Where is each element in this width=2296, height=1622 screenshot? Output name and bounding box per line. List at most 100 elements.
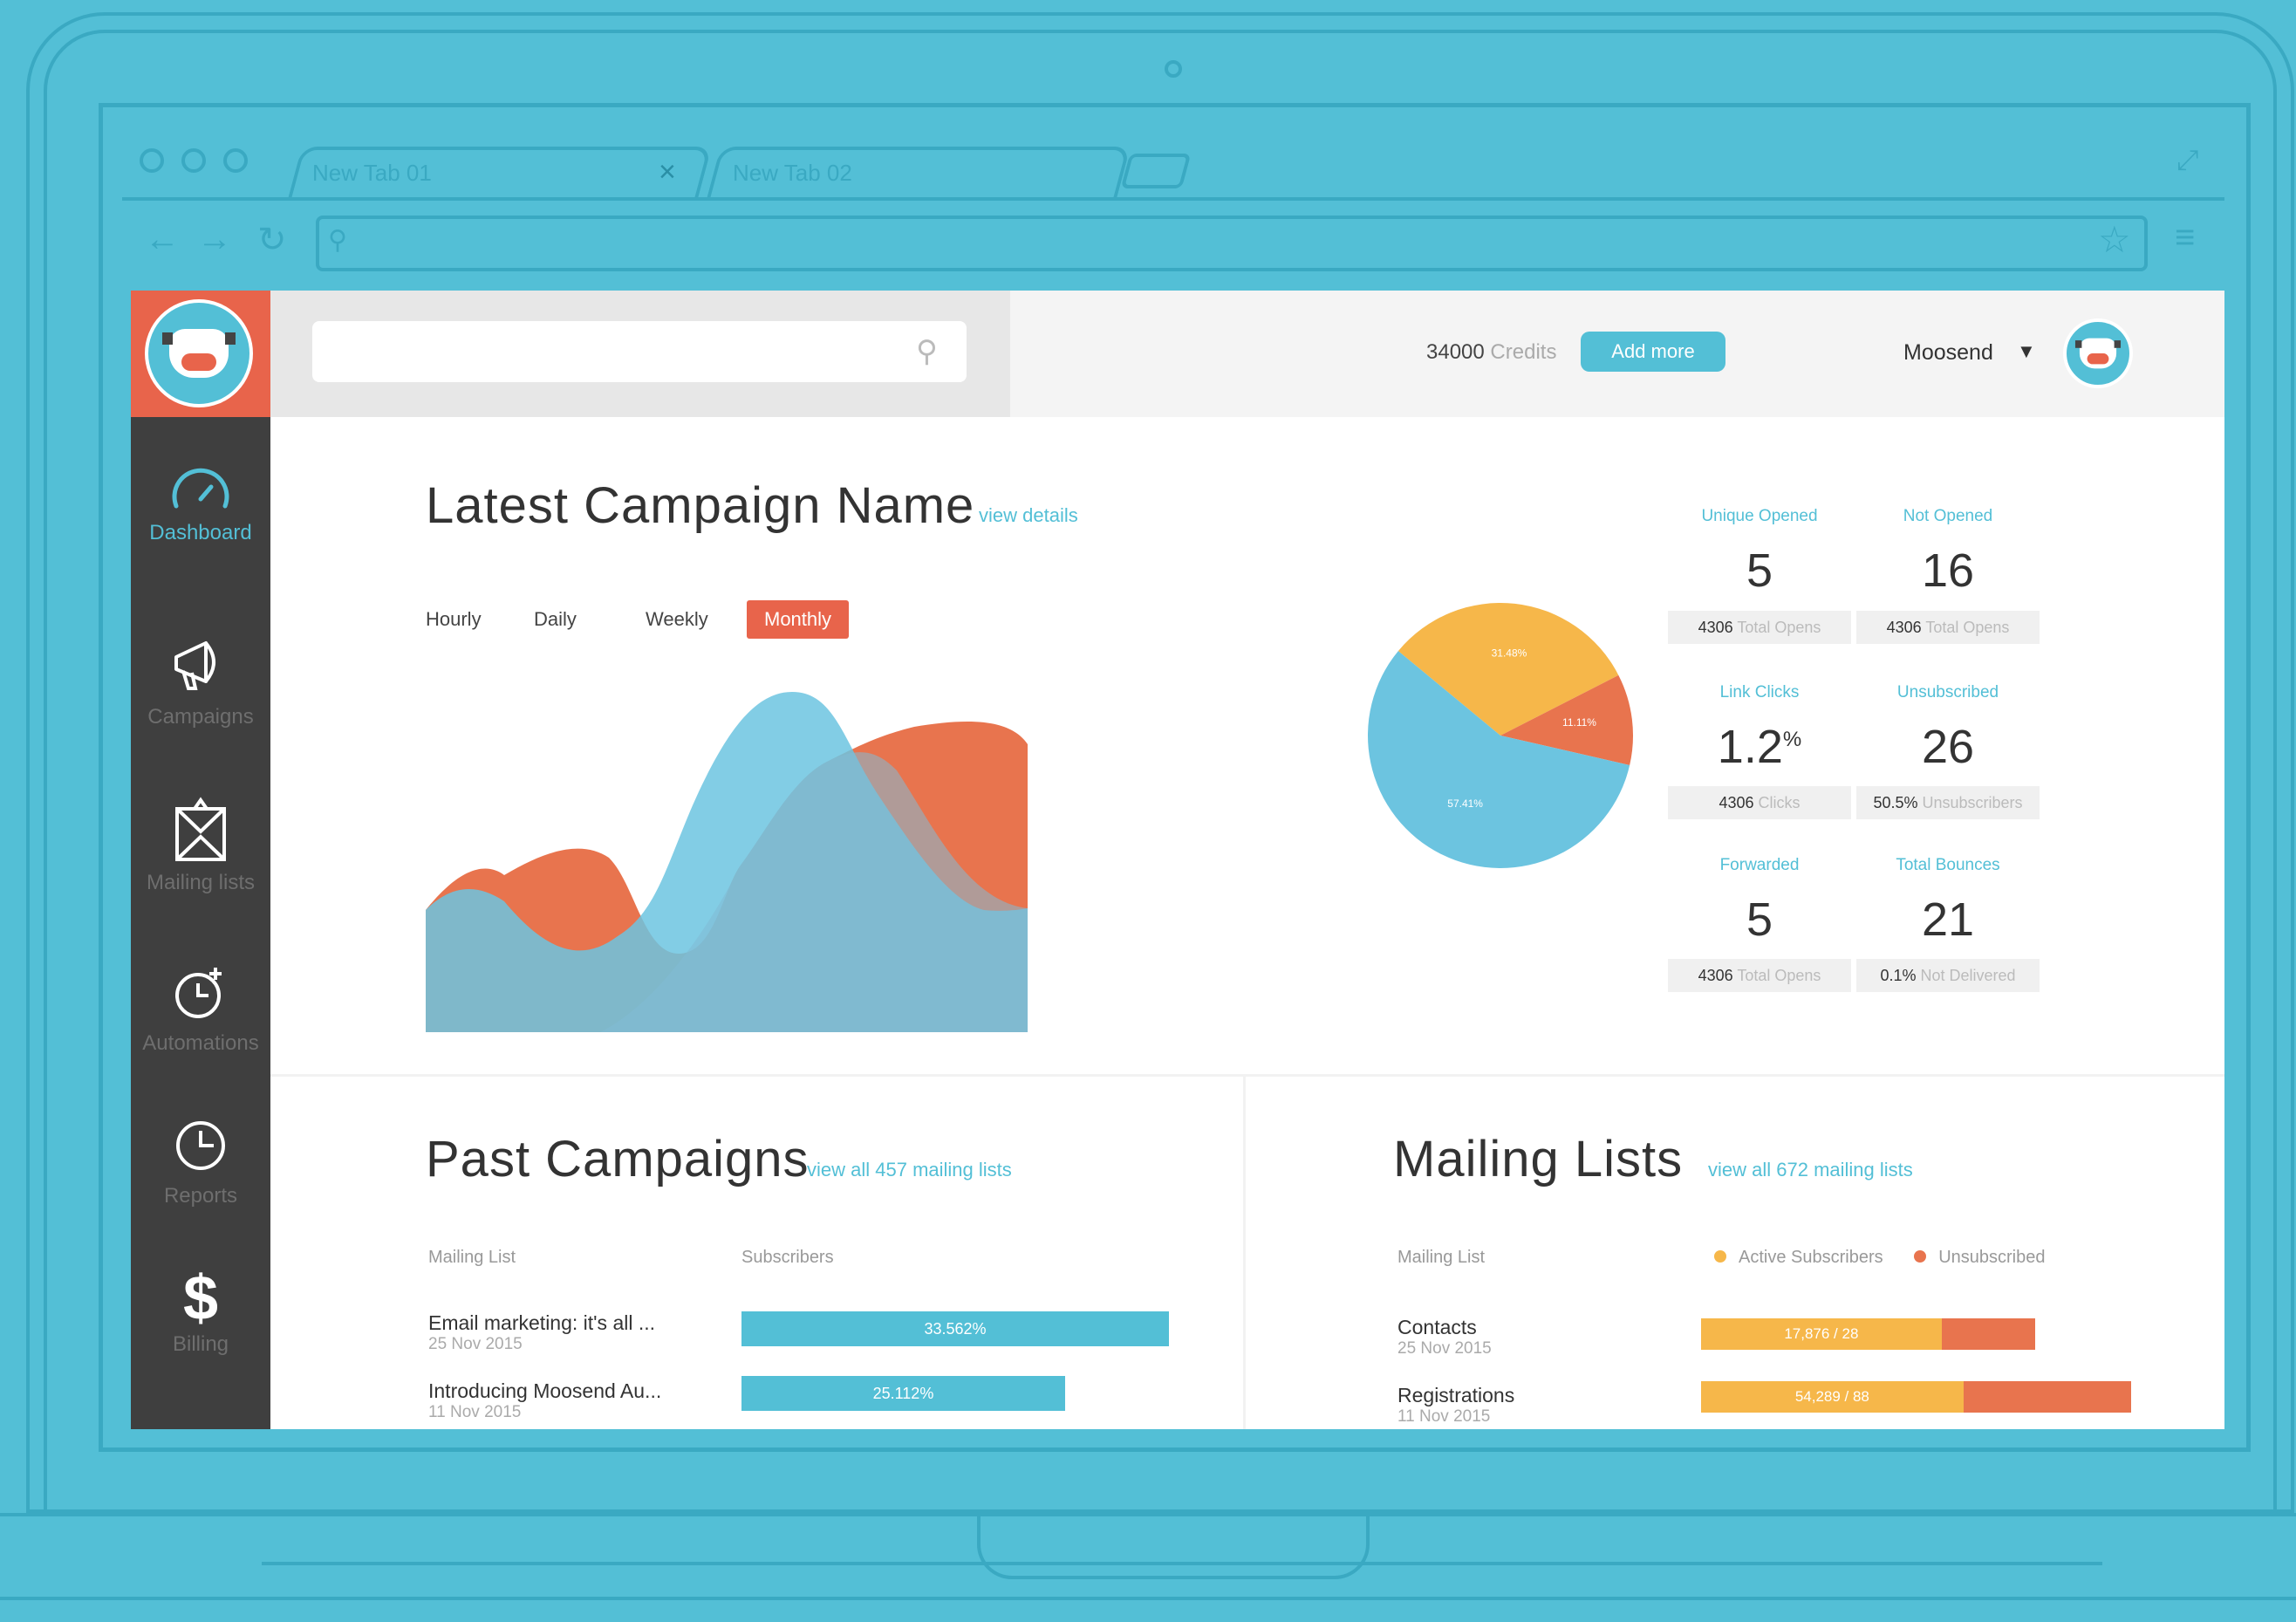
sidebar-item-reports[interactable]: Reports <box>131 1115 270 1208</box>
subscriber-split-bar: 54,289 / 88 <box>1701 1381 2131 1413</box>
envelope-icon <box>175 797 226 861</box>
stat-value: 16 <box>1856 544 2040 598</box>
sidebar-item-label: Reports <box>163 1184 238 1208</box>
section-divider <box>270 1074 2224 1077</box>
mailing-lists-title: Mailing Lists <box>1393 1131 1684 1187</box>
clock-plus-icon <box>175 968 222 1018</box>
chevron-down-icon[interactable]: ▼ <box>2017 340 2036 363</box>
stat-value: 1.2% <box>1668 720 1851 774</box>
new-tab-button[interactable] <box>1120 154 1192 188</box>
stat-footer-number: 4306 <box>1719 794 1754 811</box>
stat-footer-number: 4306 <box>1886 619 1922 636</box>
maximize-window-button[interactable] <box>223 148 248 173</box>
column-header-mailing-list: Mailing List <box>1397 1248 1486 1267</box>
forward-arrow-icon[interactable]: → <box>197 220 232 259</box>
address-bar[interactable] <box>316 216 2148 271</box>
browser-menu-icon[interactable]: ≡ <box>2175 218 2195 257</box>
logo[interactable] <box>131 291 270 417</box>
close-tab-icon[interactable]: × <box>659 155 676 189</box>
tab-weekly[interactable]: Weekly <box>646 600 708 639</box>
sidebar-item-billing[interactable]: $ Billing <box>131 1267 270 1357</box>
unsubscribed-bar <box>1941 1318 2035 1350</box>
stat-footer-label: Clicks <box>1758 794 1801 811</box>
bookmark-star-icon[interactable]: ☆ <box>2098 218 2131 261</box>
pie-slice-label: 31.48% <box>1492 647 1527 659</box>
sidebar-item-label: Dashboard <box>149 521 252 544</box>
subscribers-bar: 25.112% <box>741 1376 1065 1411</box>
list-item[interactable]: Contacts 25 Nov 2015 <box>1397 1316 1492 1359</box>
stat-footer: 4306 Total Opens <box>1856 611 2040 644</box>
campaign-date: 25 Nov 2015 <box>428 1335 523 1353</box>
legend: Active Subscribers Unsubscribed <box>1714 1248 2045 1268</box>
stat-number: 5 <box>1746 544 1773 597</box>
sidebar-item-label: Campaigns <box>147 705 254 729</box>
sidebar-item-campaigns[interactable]: Campaigns <box>131 631 270 729</box>
search-icon: ⚲ <box>328 226 347 255</box>
stat-footer: 4306 Total Opens <box>1668 959 1851 992</box>
legend-dot-unsubscribed <box>1914 1250 1927 1263</box>
list-item[interactable]: Registrations 11 Nov 2015 <box>1397 1384 1514 1427</box>
active-subscribers-bar: 17,876 / 28 <box>1701 1318 1942 1350</box>
stat-footer: 4306 Clicks <box>1668 786 1851 819</box>
stat-label: Link Clicks <box>1719 683 1800 701</box>
sidebar-item-label: Billing <box>172 1332 229 1356</box>
minimize-window-button[interactable] <box>181 148 206 173</box>
stat-footer: 50.5% Unsubscribers <box>1856 786 2040 819</box>
list-date: 25 Nov 2015 <box>1397 1339 1492 1358</box>
close-window-button[interactable] <box>140 148 164 173</box>
tab-label: New Tab 02 <box>733 160 852 186</box>
sidebar-item-automations[interactable]: Automations <box>131 962 270 1056</box>
add-more-button[interactable]: Add more <box>1581 332 1725 372</box>
view-all-mailing-lists-link[interactable]: view all 672 mailing lists <box>1708 1159 1913 1181</box>
campaign-title: Latest Campaign Name <box>426 477 975 534</box>
view-all-mailing-lists-link[interactable]: view all 457 mailing lists <box>807 1159 1012 1181</box>
stat-footer-number: 4306 <box>1698 619 1733 636</box>
fullscreen-icon[interactable]: ⤢ <box>2176 144 2199 177</box>
unsubscribed-bar <box>1963 1381 2131 1413</box>
legend-active-label: Active Subscribers <box>1739 1248 1883 1267</box>
laptop-notch <box>977 1513 1370 1579</box>
back-arrow-icon[interactable]: ← <box>145 220 180 259</box>
list-name: Registrations <box>1397 1384 1515 1406</box>
past-campaigns-title: Past Campaigns <box>426 1131 810 1187</box>
search-input[interactable] <box>312 321 967 382</box>
reload-icon[interactable]: ↻ <box>257 220 287 260</box>
column-divider <box>1243 1076 1246 1429</box>
column-header-subscribers: Subscribers <box>741 1248 834 1267</box>
credits-display: 34000 Credits <box>1426 340 1556 365</box>
campaign-name: Email marketing: it's all ... <box>428 1311 656 1334</box>
logo-circle <box>145 299 253 407</box>
megaphone-icon <box>174 641 215 690</box>
stat-footer-number: 50.5% <box>1873 794 1918 811</box>
tab-monthly[interactable]: Monthly <box>747 600 850 639</box>
table-row[interactable]: Email marketing: it's all ... 25 Nov 201… <box>428 1311 655 1354</box>
subscribers-bar: 33.562% <box>741 1311 1169 1346</box>
stat-number: 26 <box>1921 721 1975 773</box>
tab-daily[interactable]: Daily <box>534 600 577 639</box>
stat-footer-number: 0.1% <box>1880 967 1917 984</box>
stat-unit: % <box>1782 728 1802 751</box>
webcam-icon <box>1165 60 1182 78</box>
search-icon[interactable]: ⚲ <box>916 334 938 369</box>
sidebar-item-label: Automations <box>142 1031 259 1055</box>
table-row[interactable]: Introducing Moosend Au... 11 Nov 2015 <box>428 1379 661 1422</box>
stat-number: 16 <box>1921 544 1975 597</box>
stat-footer: 4306 Total Opens <box>1668 611 1851 644</box>
view-details-link[interactable]: view details <box>979 504 1078 527</box>
avatar[interactable] <box>2063 318 2133 388</box>
sidebar-item-label: Mailing lists <box>146 871 256 894</box>
pie-chart: 31.48% 11.11% 57.41% <box>1368 603 1633 868</box>
user-menu[interactable]: Moosend <box>1903 340 1993 366</box>
tab-hourly[interactable]: Hourly <box>426 600 482 639</box>
window-controls <box>140 148 248 173</box>
speedometer-icon <box>172 468 229 509</box>
sidebar-item-mailing-lists[interactable]: Mailing lists <box>131 797 270 895</box>
app-viewport: ⚲ 34000 Credits Add more Moosend ▼ Dashb… <box>131 291 2224 1429</box>
clock-icon <box>176 1121 225 1170</box>
sidebar-item-dashboard[interactable]: Dashboard <box>131 461 270 545</box>
stat-value: 21 <box>1856 893 2040 947</box>
stat-footer-label: Unsubscribers <box>1922 794 2023 811</box>
stat-footer-label: Total Opens <box>1925 619 2010 636</box>
campaign-date: 11 Nov 2015 <box>428 1403 522 1421</box>
subscriber-split-bar: 17,876 / 28 <box>1701 1318 2035 1350</box>
